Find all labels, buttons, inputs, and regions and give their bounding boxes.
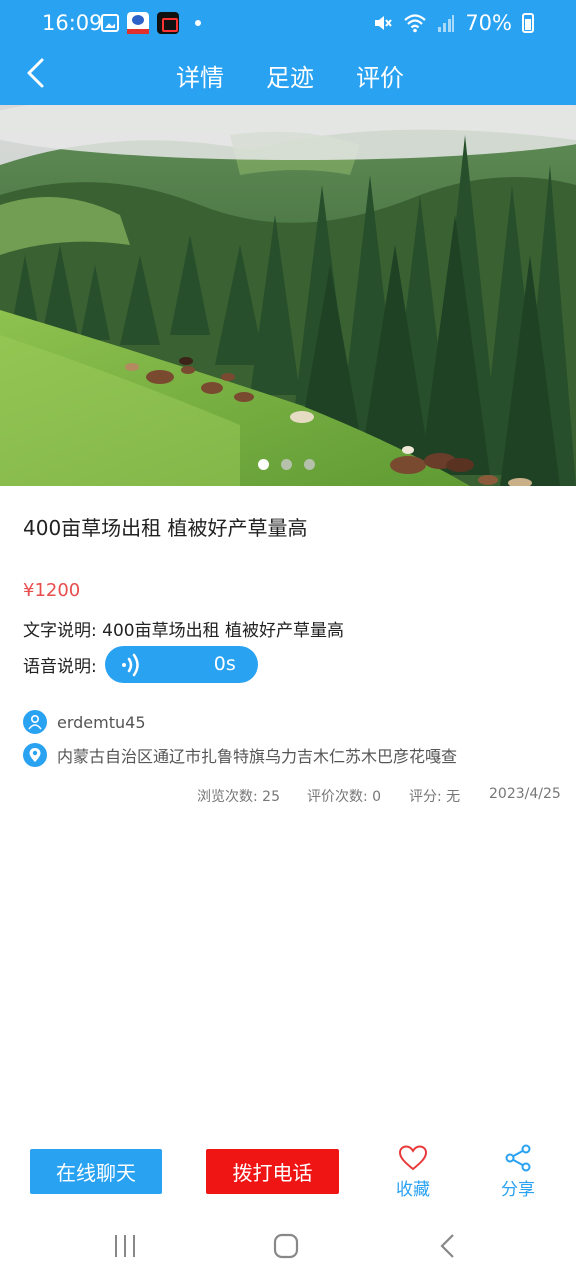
header-bar: 16:09 70% 详情 足迹 评价 [0, 0, 576, 105]
favorite-button[interactable]: 收藏 [388, 1144, 438, 1200]
screen-recorder-icon [157, 12, 179, 34]
desc-label: 文字说明: [23, 621, 97, 641]
photo-carousel[interactable] [0, 105, 576, 486]
reviews-count: 评价次数: 0 [307, 789, 382, 805]
carousel-dot[interactable] [281, 459, 292, 470]
tab-footprint[interactable]: 足迹 [266, 58, 314, 93]
app-icon [127, 12, 149, 34]
user-icon [23, 710, 47, 734]
listing-photo [0, 105, 576, 486]
listing-title: 400亩草场出租 植被好产草量高 [23, 516, 308, 540]
bottom-action-bar: 在线聊天 拨打电话 收藏 分享 [0, 1140, 576, 1210]
listing-stats: 浏览次数: 25 评价次数: 0 评分: 无 2023/4/25 [0, 786, 576, 806]
online-chat-button[interactable]: 在线聊天 [30, 1149, 162, 1194]
wifi-icon [404, 14, 427, 33]
status-time: 16:09 [42, 11, 103, 35]
signal-icon [438, 15, 455, 32]
location-pin-icon [23, 743, 47, 767]
publisher-row[interactable]: erdemtu45 [23, 710, 146, 734]
notification-dot-icon [195, 20, 201, 26]
sound-wave-icon [121, 653, 139, 677]
carousel-dots [258, 459, 315, 470]
home-icon[interactable] [272, 1232, 300, 1260]
heart-icon [398, 1145, 428, 1171]
battery-percent: 70% [465, 11, 512, 35]
recent-apps-icon[interactable] [112, 1233, 138, 1259]
status-icons-right: 70% [373, 11, 534, 35]
tab-reviews[interactable]: 评价 [356, 58, 404, 93]
header-tabs: 详情 足迹 评价 [0, 58, 576, 92]
call-button[interactable]: 拨打电话 [206, 1149, 339, 1194]
favorite-label: 收藏 [396, 1180, 430, 1200]
share-label: 分享 [501, 1180, 535, 1200]
voice-label: 语音说明: [23, 657, 97, 677]
voice-duration: 0s [213, 653, 236, 675]
views-count: 浏览次数: 25 [197, 789, 280, 805]
status-bar: 16:09 70% [0, 0, 576, 48]
battery-icon [522, 13, 534, 33]
post-date: 2023/4/25 [489, 786, 561, 802]
listing-price: ¥1200 [23, 580, 81, 601]
voice-play-button[interactable]: 0s [104, 646, 258, 683]
mute-icon [375, 16, 393, 30]
status-icons-left [101, 12, 201, 34]
rating: 评分: 无 [409, 789, 461, 805]
carousel-dot[interactable] [304, 459, 315, 470]
voice-description-row: 语音说明: 0s [23, 646, 258, 683]
share-button[interactable]: 分享 [493, 1144, 543, 1200]
nav-back-icon[interactable] [436, 1232, 460, 1260]
location-text: 内蒙古自治区通辽市扎鲁特旗乌力吉木仁苏木巴彦花嘎查 [57, 747, 458, 766]
text-description-row: 文字说明: 400亩草场出租 植被好产草量高 [23, 616, 344, 641]
system-nav-bar [0, 1220, 576, 1280]
desc-text: 400亩草场出租 植被好产草量高 [102, 621, 344, 641]
carousel-dot[interactable] [258, 459, 269, 470]
gallery-icon [101, 14, 119, 32]
location-row[interactable]: 内蒙古自治区通辽市扎鲁特旗乌力吉木仁苏木巴彦花嘎查 [23, 743, 457, 767]
tab-details[interactable]: 详情 [176, 58, 224, 93]
username: erdemtu45 [57, 712, 146, 732]
share-icon [505, 1144, 531, 1172]
